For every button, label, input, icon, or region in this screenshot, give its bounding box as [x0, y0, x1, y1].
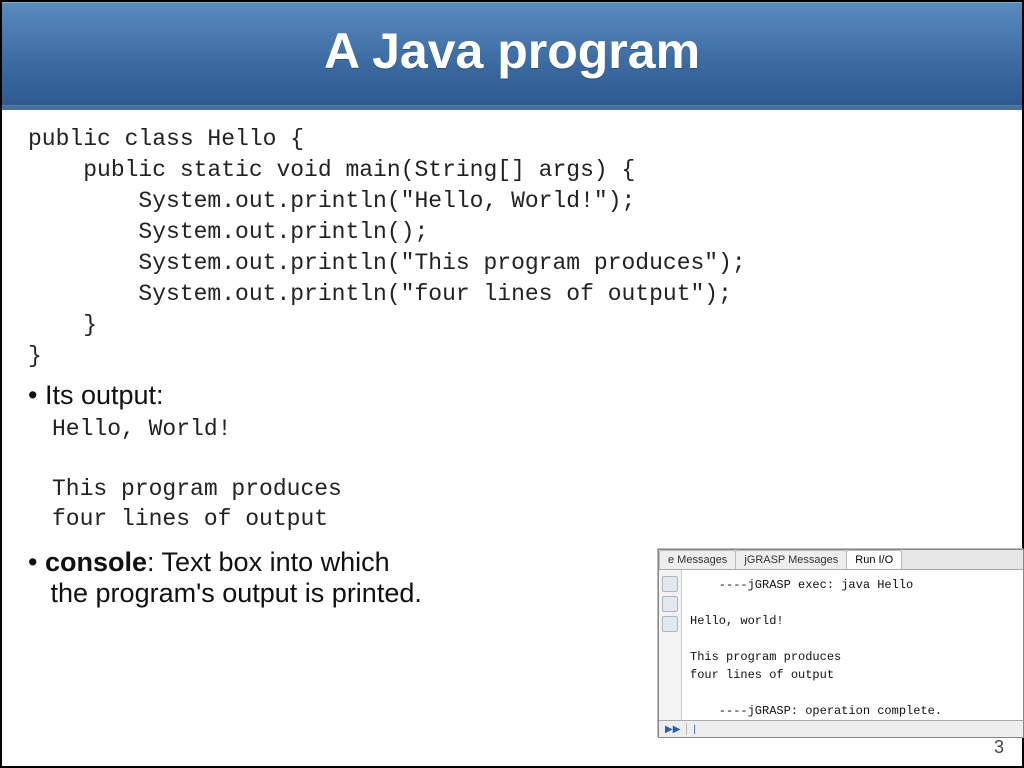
page-number: 3	[994, 737, 1004, 758]
gutter-button[interactable]	[662, 576, 678, 592]
toolbar-run-icon[interactable]: ▶▶	[665, 724, 680, 735]
code-block: public class Hello { public static void …	[28, 124, 996, 372]
console-output-lines: ----jGRASP exec: java Hello Hello, world…	[682, 570, 1023, 720]
console-tabs: e Messages jGRASP Messages Run I/O	[659, 550, 1023, 570]
toolbar-separator	[686, 723, 687, 735]
tab-run-io[interactable]: Run I/O	[846, 550, 902, 569]
jgrasp-console: e Messages jGRASP Messages Run I/O ----j…	[658, 549, 1024, 738]
gutter-button[interactable]	[662, 616, 678, 632]
title-bar: A Java program	[2, 2, 1022, 110]
gutter-button[interactable]	[662, 596, 678, 612]
slide-title: A Java program	[2, 22, 1022, 80]
tab-messages[interactable]: e Messages	[659, 550, 736, 569]
bullet-its-output: Its output:	[28, 380, 996, 411]
slide: A Java program public class Hello { publ…	[0, 0, 1024, 768]
tab-jgrasp-messages[interactable]: jGRASP Messages	[735, 550, 847, 569]
console-gutter	[659, 570, 682, 720]
console-toolbar: ▶▶ |	[659, 720, 1023, 737]
slide-content: public class Hello { public static void …	[2, 110, 1022, 609]
console-body: ----jGRASP exec: java Hello Hello, world…	[659, 570, 1023, 720]
console-term: console	[45, 547, 147, 577]
program-output: Hello, World! This program produces four…	[52, 415, 996, 535]
toolbar-cursor-icon: |	[693, 724, 696, 735]
